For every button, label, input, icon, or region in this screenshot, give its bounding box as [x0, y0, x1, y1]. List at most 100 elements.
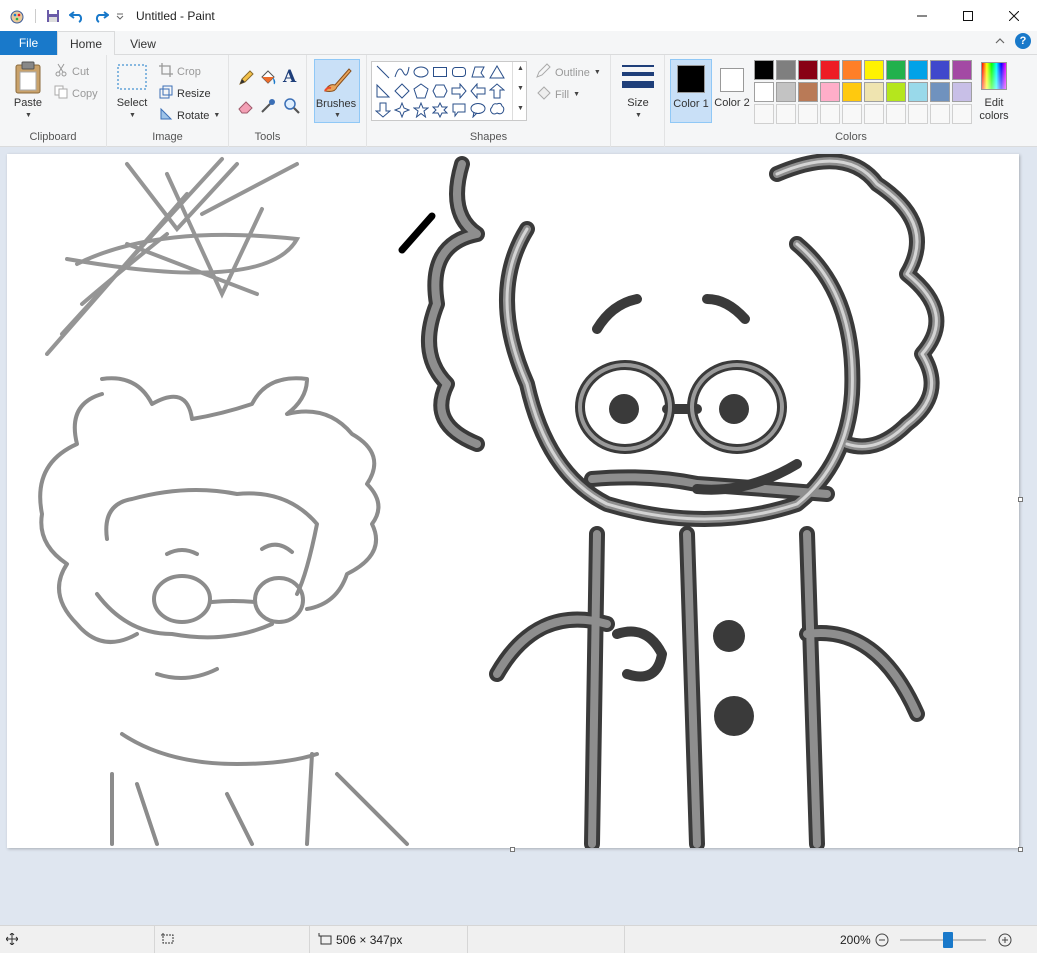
text-tool-icon[interactable]: A — [283, 67, 301, 87]
fill-button[interactable]: Fill ▼ — [535, 85, 580, 104]
paste-label: Paste — [13, 97, 43, 109]
up-arrow-shape-icon[interactable] — [488, 82, 506, 100]
oval-callout-shape-icon[interactable] — [469, 101, 487, 119]
cut-button[interactable]: Cut — [54, 63, 89, 80]
cursor-position — [0, 926, 155, 953]
zoom-level: 200% — [840, 933, 871, 947]
six-point-star-shape-icon[interactable] — [431, 101, 449, 119]
right-arrow-shape-icon[interactable] — [450, 82, 468, 100]
save-icon[interactable] — [42, 5, 64, 27]
zoom-out-button[interactable] — [875, 933, 889, 947]
rounded-rectangle-shape-icon[interactable] — [450, 63, 468, 81]
selection-size — [155, 926, 310, 953]
maximize-button[interactable] — [945, 0, 991, 31]
outline-label: Outline — [555, 66, 590, 79]
right-triangle-shape-icon[interactable] — [374, 82, 392, 100]
paste-button[interactable]: Paste ▼ — [8, 59, 48, 125]
tab-home[interactable]: Home — [57, 31, 115, 56]
zoom-slider-thumb[interactable] — [943, 932, 953, 948]
image-group-label: Image — [152, 131, 183, 143]
image-dimensions-text: 506 × 347px — [336, 933, 403, 947]
rotate-icon — [159, 107, 173, 124]
cursor-position-icon — [5, 932, 19, 948]
file-size — [468, 926, 625, 953]
image-size-icon — [318, 932, 332, 948]
copy-button[interactable]: Copy — [54, 85, 98, 102]
paste-dropdown-icon: ▼ — [25, 112, 32, 119]
shapes-more-icon[interactable]: ▼ — [517, 105, 524, 112]
canvas-workspace — [0, 147, 1037, 925]
tab-view[interactable]: View — [118, 31, 168, 56]
crop-label: Crop — [177, 65, 201, 78]
color-picker-icon[interactable] — [259, 97, 277, 115]
clipboard-group: Paste ▼ Cut Copy Clipboard — [0, 55, 107, 147]
select-button[interactable]: Select ▼ — [115, 59, 149, 125]
tab-file[interactable]: File — [0, 31, 57, 55]
copy-icon — [54, 85, 68, 102]
clipboard-group-label: Clipboard — [29, 131, 77, 143]
brushes-label: Brushes — [315, 98, 357, 110]
canvas-resize-handle-bottom[interactable] — [510, 847, 515, 852]
fill-bucket-icon[interactable] — [259, 69, 277, 87]
brushes-button[interactable]: Brushes ▼ — [314, 59, 360, 123]
scribble — [45, 157, 301, 356]
four-point-star-shape-icon[interactable] — [393, 101, 411, 119]
embossed-character — [421, 154, 945, 848]
shapes-scroll[interactable]: ▲ ▼ ▼ — [512, 62, 526, 120]
rotate-label: Rotate — [177, 109, 210, 122]
pentagon-shape-icon[interactable] — [412, 82, 430, 100]
undo-icon[interactable] — [66, 5, 88, 27]
canvas-drawing — [38, 154, 945, 848]
crop-icon — [159, 63, 173, 80]
minimize-button[interactable] — [899, 0, 945, 31]
brushes-dropdown-icon: ▼ — [334, 112, 341, 119]
rounded-callout-shape-icon[interactable] — [450, 101, 468, 119]
resize-button[interactable]: Resize — [159, 85, 211, 102]
rotate-button[interactable]: Rotate ▼ — [159, 107, 220, 124]
diamond-shape-icon[interactable] — [393, 82, 411, 100]
size-button[interactable]: Size ▼ — [619, 59, 657, 125]
curve-shape-icon[interactable] — [393, 63, 411, 81]
tools-group: A Tools — [229, 55, 307, 147]
zoom-in-button[interactable] — [998, 933, 1012, 947]
cloud-callout-shape-icon[interactable] — [488, 101, 506, 119]
drawing-canvas[interactable] — [7, 154, 1019, 848]
shapes-group-label: Shapes — [469, 131, 508, 143]
select-dropdown-icon: ▼ — [129, 112, 136, 119]
left-arrow-shape-icon[interactable] — [469, 82, 487, 100]
colors-group: Colors — [665, 55, 1037, 147]
outline-button[interactable]: Outline ▼ — [535, 63, 601, 82]
shapes-scroll-down-icon[interactable]: ▼ — [517, 85, 524, 92]
help-icon[interactable]: ? — [1015, 33, 1031, 49]
rectangle-shape-icon[interactable] — [431, 63, 449, 81]
eraser-icon[interactable] — [237, 97, 255, 115]
five-point-star-shape-icon[interactable] — [412, 101, 430, 119]
customize-quick-access-icon[interactable] — [114, 5, 126, 27]
paint-app-icon[interactable] — [6, 5, 28, 27]
oval-shape-icon[interactable] — [412, 63, 430, 81]
close-button[interactable] — [991, 0, 1037, 31]
size-group: Size ▼ — [611, 55, 665, 147]
redo-icon[interactable] — [90, 5, 112, 27]
down-arrow-shape-icon[interactable] — [374, 101, 392, 119]
hexagon-shape-icon[interactable] — [431, 82, 449, 100]
ribbon: Paste ▼ Cut Copy Clipboard Select ▼ Crop… — [0, 55, 1037, 147]
canvas-resize-handle-right[interactable] — [1018, 497, 1023, 502]
rotate-dropdown-icon: ▼ — [213, 112, 221, 119]
black-brush-stroke — [398, 212, 436, 254]
fill-label: Fill — [555, 88, 570, 101]
polygon-shape-icon[interactable] — [469, 63, 487, 81]
resize-icon — [159, 85, 173, 102]
triangle-shape-icon[interactable] — [488, 63, 506, 81]
line-shape-icon[interactable] — [374, 63, 392, 81]
collapse-ribbon-icon[interactable] — [995, 34, 1005, 48]
shapes-gallery[interactable]: ▲ ▼ ▼ — [371, 61, 527, 121]
scissors-icon — [54, 63, 68, 80]
shapes-scroll-up-icon[interactable]: ▲ — [517, 65, 524, 72]
canvas-resize-handle-corner[interactable] — [1018, 847, 1023, 852]
magnifier-icon[interactable] — [283, 97, 301, 115]
pencil-icon[interactable] — [237, 69, 255, 87]
cut-label: Cut — [72, 65, 90, 78]
crop-button[interactable]: Crop — [159, 63, 201, 80]
outline-dropdown-icon: ▼ — [593, 69, 601, 76]
